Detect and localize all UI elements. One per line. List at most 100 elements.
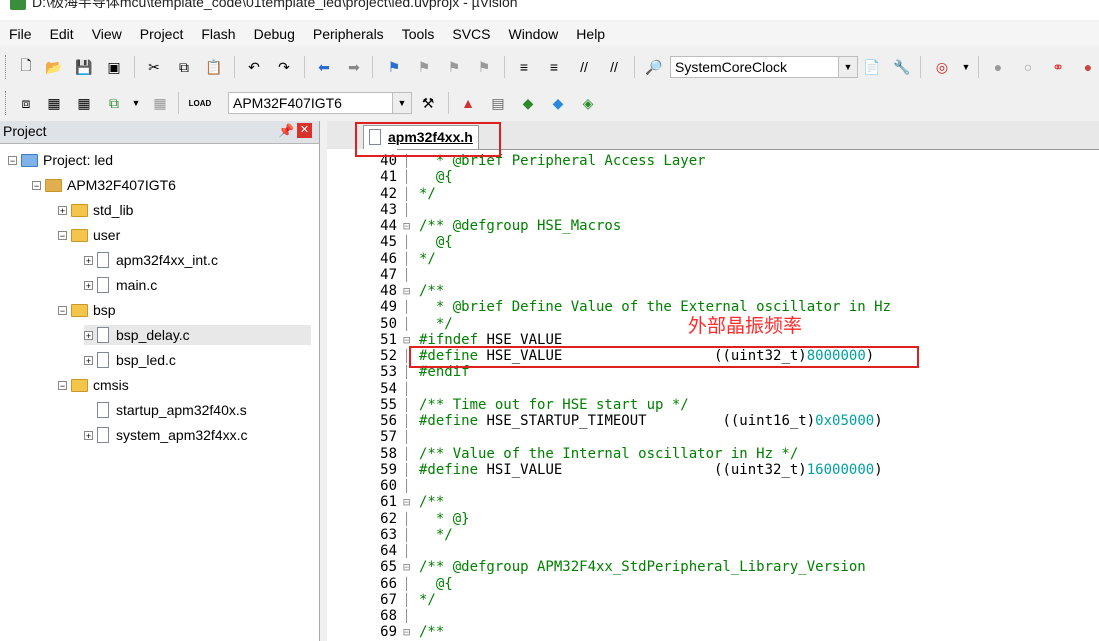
expand-icon[interactable]: + [84,280,93,290]
line-number: 56 [380,413,397,429]
folder-icon [71,378,88,392]
collapse-icon[interactable]: − [58,380,67,390]
annotation-label: 外部晶振频率 [688,315,803,337]
fold-toggle-icon[interactable]: ⊟ [403,283,410,299]
tree-item[interactable]: startup_apm32f40x.s [84,400,247,420]
pin-icon[interactable]: 📌 [278,123,294,139]
code-area[interactable]: 40 │ * @brief Peripheral Access Layer 41 │ … [327,149,1099,641]
fold-toggle-icon[interactable]: ⊟ [403,559,410,575]
find-in-files-icon[interactable]: 🔎 [644,58,664,76]
close-icon[interactable]: ✕ [297,123,312,138]
incremental-find-icon[interactable]: 🔧 [892,58,912,76]
tree-item[interactable]: + bsp_led.c [84,350,176,370]
menu-item-window[interactable]: Window [500,22,568,46]
chevron-down-icon[interactable]: ▼ [126,94,146,112]
batch-build-icon[interactable]: ⧉ [104,94,124,112]
menu-item-help[interactable]: Help [567,22,614,46]
new-file-icon[interactable]: 🗋 [16,57,36,76]
tree-item-label: Project: led [43,152,114,168]
save-all-icon[interactable]: ▣ [104,58,124,76]
paste-icon[interactable]: 📋 [204,58,224,76]
code-token: @{ [419,575,453,592]
kill-breakpoints-icon[interactable]: ● [1078,58,1098,76]
menu-item-file[interactable]: File [0,22,41,46]
fold-toggle-icon[interactable]: ⊟ [403,218,410,234]
uncomment-icon[interactable]: // [604,58,624,76]
tree-item[interactable]: − Project: led [8,150,113,170]
tree-item[interactable]: + std_lib [58,200,133,220]
collapse-icon[interactable]: − [58,305,67,315]
menu-item-view[interactable]: View [83,22,131,46]
code-token: /** [419,624,445,641]
copy-icon[interactable]: ⧉ [174,58,194,76]
code-text: /** [419,624,444,640]
tree-item[interactable]: + apm32f4xx_int.c [84,250,218,270]
unindent-icon[interactable]: ≡ [544,58,564,76]
tree-item[interactable]: + main.c [84,275,157,295]
collapse-icon[interactable]: − [58,230,67,240]
tree-item[interactable]: − cmsis [58,375,129,395]
expand-icon[interactable]: + [84,355,93,365]
pack-installer-icon[interactable]: ◈ [578,94,598,112]
save-icon[interactable]: 💾 [74,58,94,76]
find-icon[interactable]: 📄 [862,58,882,76]
tree-item[interactable]: − user [58,225,120,245]
project-icon [21,153,38,167]
menu-item-debug[interactable]: Debug [245,22,304,46]
navigate-forward-icon[interactable]: ➡ [344,58,364,76]
disable-breakpoints-icon[interactable]: ⚭ [1048,58,1068,76]
tree-item[interactable]: + system_apm32f4xx.c [84,425,248,445]
file-extensions-icon[interactable]: ▤ [488,94,508,112]
menu-item-svcs[interactable]: SVCS [443,22,499,46]
tree-item[interactable]: − APM32F407IGT6 [32,175,176,195]
rebuild-icon[interactable]: ▦ [74,94,94,112]
open-file-icon[interactable]: 📂 [44,58,64,76]
fold-toggle-icon[interactable]: ⊟ [403,494,410,510]
comment-icon[interactable]: // [574,58,594,76]
next-bookmark-icon[interactable]: ⚑ [444,58,464,76]
toolbar-grip[interactable] [5,55,10,79]
chevron-down-icon[interactable]: ▼ [956,58,976,76]
insert-breakpoint-icon[interactable]: ● [988,58,1008,76]
tree-item-label: bsp_led.c [116,352,176,368]
menu-item-project[interactable]: Project [131,22,193,46]
undo-icon[interactable]: ↶ [244,58,264,76]
menu-item-flash[interactable]: Flash [192,22,244,46]
fold-toggle-icon[interactable]: ⊟ [403,624,410,640]
toolbar-separator [372,56,373,78]
target-combo[interactable]: APM32F407IGT6 ▼ [228,92,412,114]
navigate-back-icon[interactable]: ⬅ [314,58,334,76]
menu-item-edit[interactable]: Edit [41,22,83,46]
select-packs-icon[interactable]: ◆ [548,94,568,112]
chevron-down-icon[interactable]: ▼ [392,93,411,113]
expand-icon[interactable] [84,406,93,415]
stop-build-icon[interactable]: ▦ [150,94,170,112]
prev-bookmark-icon[interactable]: ⚑ [414,58,434,76]
expand-icon[interactable]: + [84,255,93,265]
collapse-icon[interactable]: − [8,155,17,165]
tree-item[interactable]: + bsp_delay.c [84,325,311,345]
tree-item[interactable]: − bsp [58,300,116,320]
collapse-icon[interactable]: − [32,180,41,190]
download-load-icon[interactable]: LOAD [189,94,212,112]
enable-breakpoint-icon[interactable]: ○ [1018,58,1038,76]
expand-icon[interactable]: + [84,430,93,440]
menu-item-peripherals[interactable]: Peripherals [304,22,393,46]
clear-bookmarks-icon[interactable]: ⚑ [474,58,494,76]
chevron-down-icon[interactable]: ▼ [838,57,857,77]
translate-icon[interactable]: ⧈ [16,94,36,112]
indent-icon[interactable]: ≡ [514,58,534,76]
cut-icon[interactable]: ✂ [144,58,164,76]
manage-rte-icon[interactable]: ◆ [518,94,538,112]
debug-session-icon[interactable]: ◎ [932,58,952,76]
function-combo[interactable]: SystemCoreClock ▼ [670,56,858,78]
manage-components-icon[interactable]: ▲ [458,94,478,112]
toolbar-grip[interactable] [5,91,10,115]
expand-icon[interactable]: + [84,330,93,340]
build-icon[interactable]: ▦ [44,94,64,112]
bookmark-icon[interactable]: ⚑ [384,58,404,76]
target-options-icon[interactable]: ⚒ [418,94,438,112]
menu-item-tools[interactable]: Tools [393,22,444,46]
expand-icon[interactable]: + [58,205,67,215]
redo-icon[interactable]: ↷ [274,58,294,76]
